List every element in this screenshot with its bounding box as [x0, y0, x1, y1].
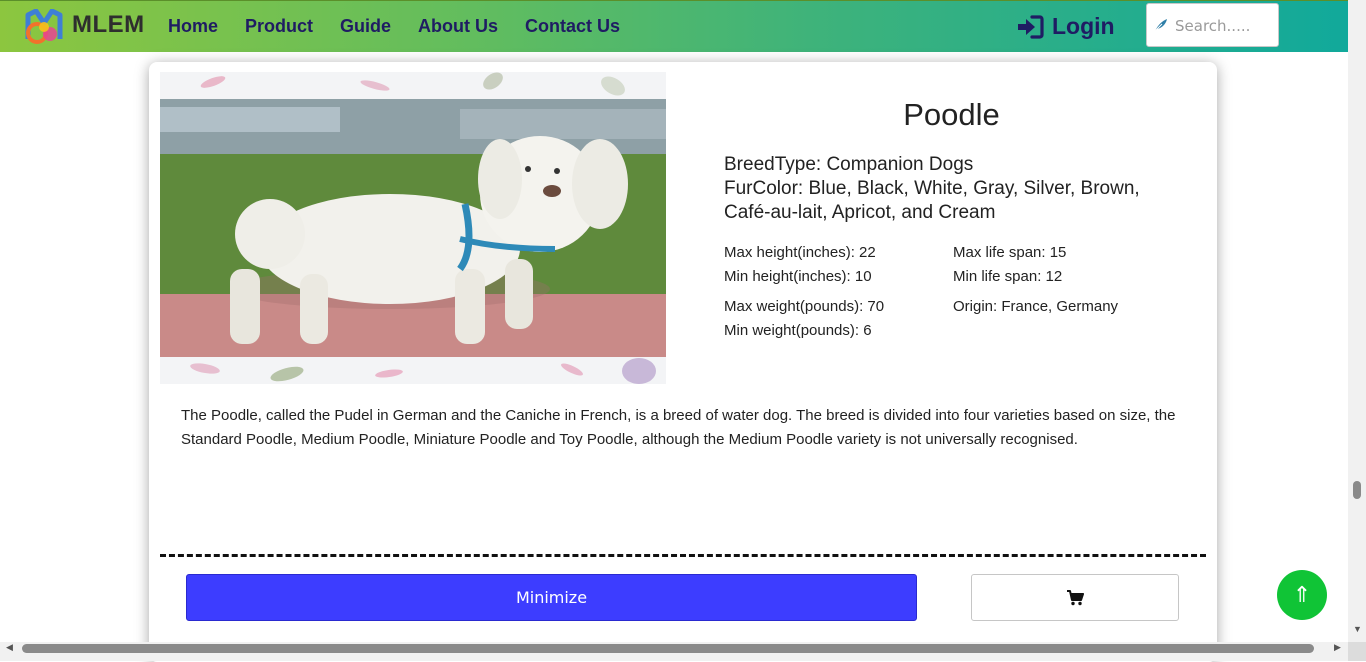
- brand-logo-icon[interactable]: [24, 9, 64, 45]
- main-nav: Home Product Guide About Us Contact Us: [168, 16, 620, 37]
- breed-description: The Poodle, called the Pudel in German a…: [181, 407, 1176, 448]
- vertical-scrollbar[interactable]: ▼: [1348, 0, 1366, 642]
- breed-stats: Max height(inches): 22 Max life span: 15…: [724, 241, 1184, 343]
- breed-name: Poodle: [903, 97, 1000, 132]
- min-weight: Min weight(pounds): 6: [724, 322, 872, 339]
- breed-info: Poodle BreedType: Companion Dogs FurColo…: [724, 97, 1184, 343]
- scroll-to-top-button[interactable]: ⇑: [1277, 570, 1327, 620]
- minimize-button[interactable]: Minimize: [186, 574, 917, 621]
- brand-name[interactable]: MLEM: [72, 11, 145, 39]
- origin: Origin: France, Germany: [953, 298, 1119, 315]
- breed-type: BreedType: Companion Dogs: [724, 154, 974, 175]
- double-arrow-up-icon: ⇑: [1292, 582, 1312, 607]
- top-navbar: MLEM Home Product Guide About Us Contact…: [0, 0, 1348, 52]
- vertical-scroll-thumb[interactable]: [1353, 481, 1361, 499]
- search-input[interactable]: [1173, 14, 1277, 38]
- max-height: Max height(inches): 22: [724, 244, 876, 261]
- login-label: Login: [1052, 13, 1115, 39]
- nav-contact-us[interactable]: Contact Us: [525, 16, 620, 37]
- max-weight: Max weight(pounds): 70: [724, 298, 885, 315]
- scroll-down-arrow-icon[interactable]: ▼: [1353, 624, 1362, 634]
- search-box: [1146, 3, 1279, 47]
- breed-photo-frame: [160, 72, 666, 384]
- scroll-right-arrow-icon[interactable]: ▶: [1334, 642, 1341, 653]
- cart-icon: [1067, 589, 1084, 605]
- add-to-cart-button[interactable]: [971, 574, 1179, 621]
- sign-in-icon: [1018, 14, 1044, 39]
- horizontal-scroll-thumb[interactable]: [22, 644, 1314, 653]
- min-life-span: Min life span: 12: [953, 268, 1063, 285]
- dashed-divider: [160, 554, 1206, 557]
- scroll-left-arrow-icon[interactable]: ◀: [6, 642, 13, 653]
- nav-about-us[interactable]: About Us: [418, 16, 498, 37]
- poodle-photo: [160, 99, 666, 357]
- nav-home[interactable]: Home: [168, 16, 218, 37]
- feather-icon: [1154, 19, 1167, 32]
- nav-product[interactable]: Product: [245, 16, 313, 37]
- scrollbar-corner: [1348, 642, 1366, 661]
- nav-guide[interactable]: Guide: [340, 16, 391, 37]
- max-life-span: Max life span: 15: [953, 244, 1067, 261]
- fur-color: FurColor: Blue, Black, White, Gray, Silv…: [724, 178, 1140, 223]
- breed-detail-card: Poodle BreedType: Companion Dogs FurColo…: [149, 62, 1217, 662]
- horizontal-scrollbar[interactable]: ◀ ▶: [0, 642, 1348, 661]
- login-button[interactable]: Login: [1016, 13, 1115, 40]
- min-height: Min height(inches): 10: [724, 268, 872, 285]
